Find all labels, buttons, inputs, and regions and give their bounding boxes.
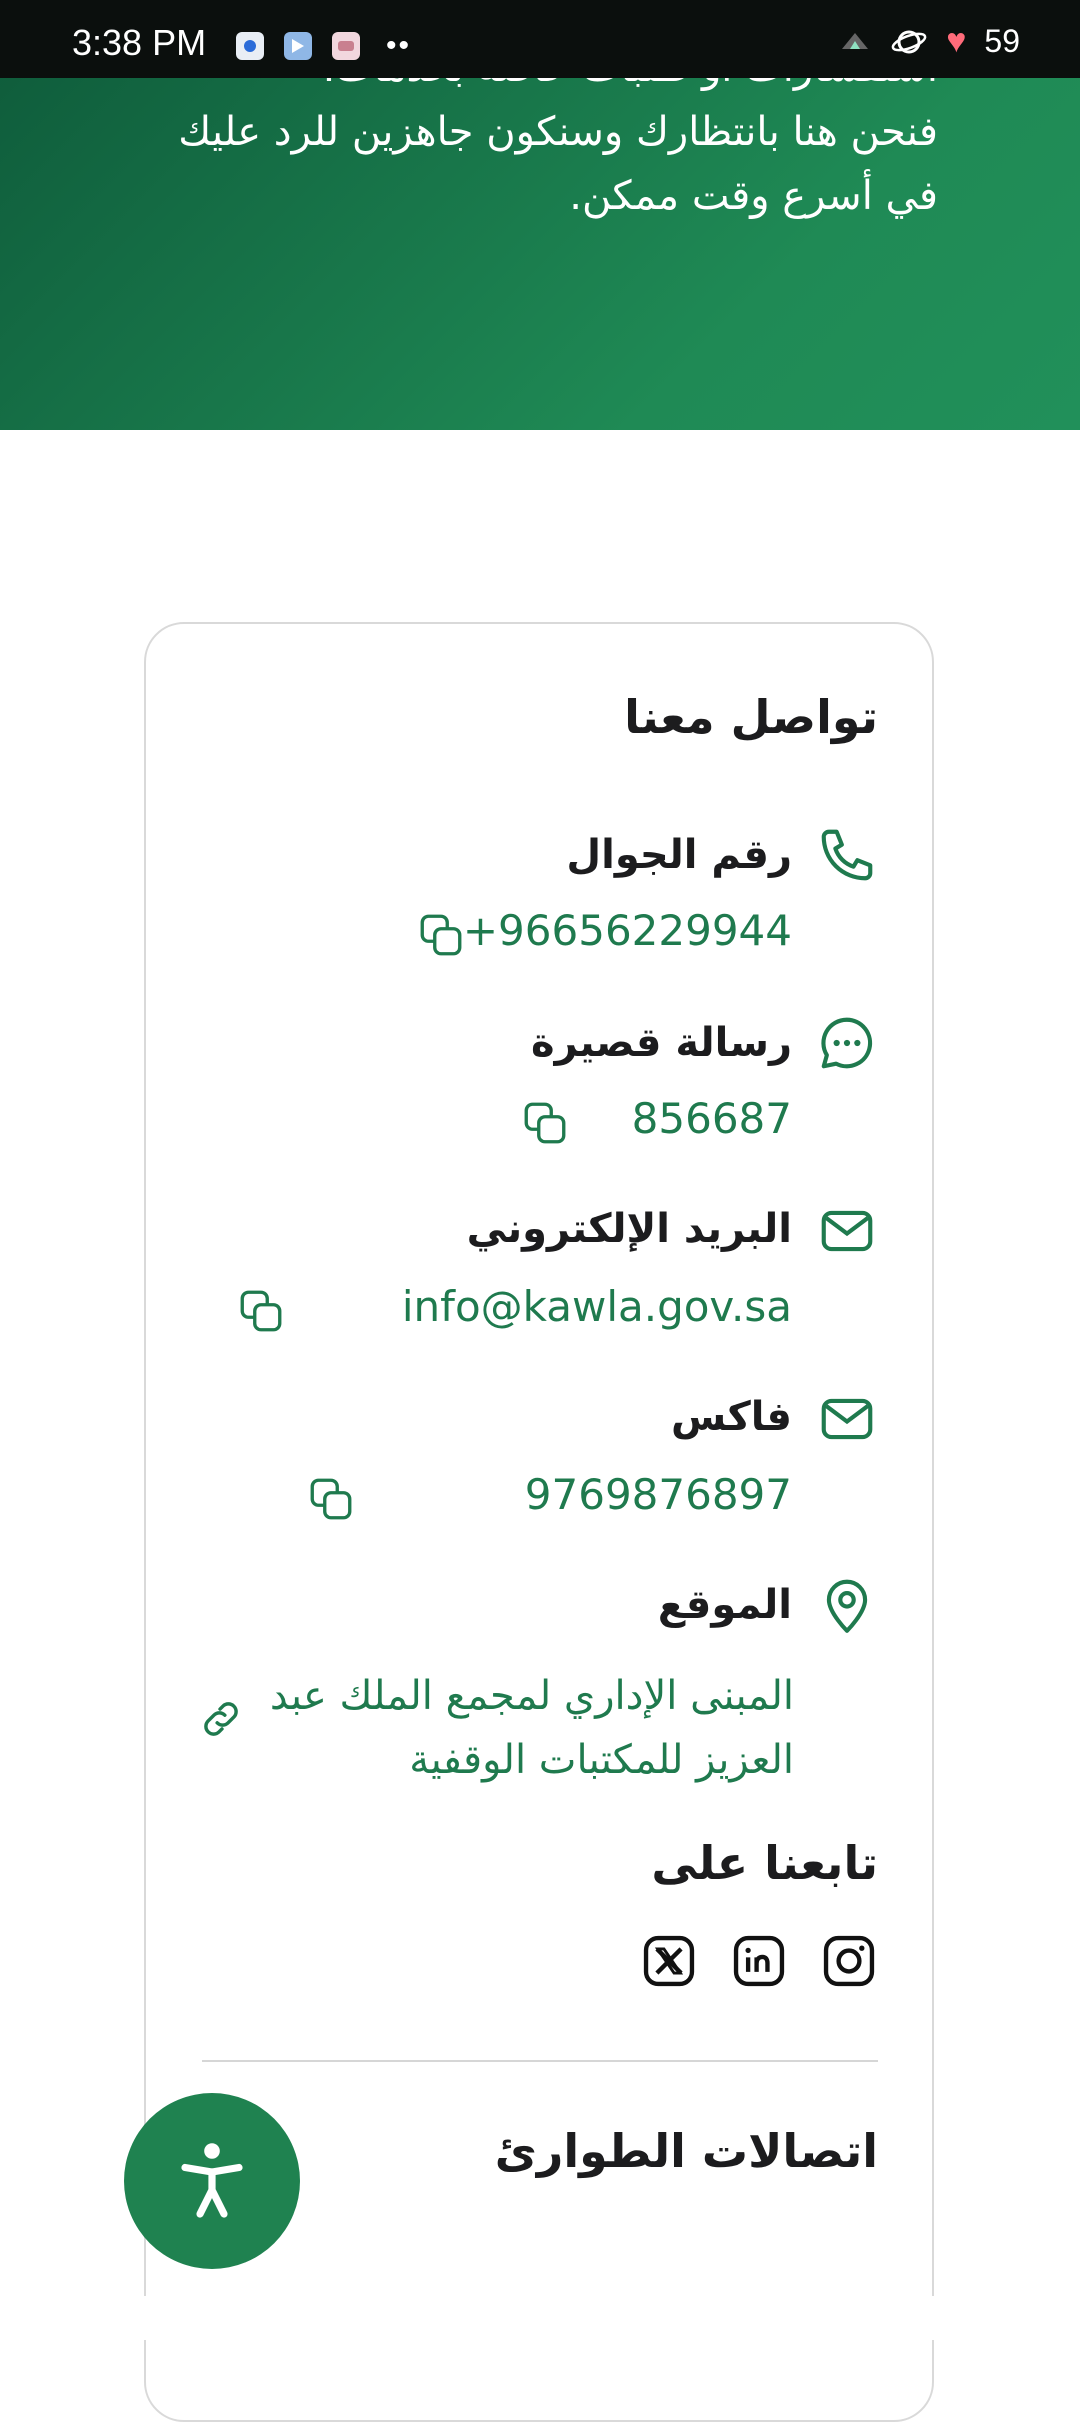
fax-mail-icon bbox=[821, 1398, 873, 1440]
more-notifications-icon: •• bbox=[386, 29, 412, 62]
hero-line-2: فنحن هنا بانتظارك وسنكون جاهزين للرد علي… bbox=[178, 109, 938, 155]
phone-icon bbox=[821, 829, 873, 881]
system-icons: ♥ 59 bbox=[838, 22, 1020, 61]
copy-email-icon[interactable] bbox=[236, 1286, 286, 1336]
mobile-value[interactable]: +96656229944 bbox=[463, 906, 792, 955]
instagram-icon[interactable] bbox=[820, 1932, 878, 1990]
mail-icon bbox=[821, 1210, 873, 1252]
sms-label: رسالة قصيرة bbox=[530, 1020, 792, 1066]
copy-sms-icon[interactable] bbox=[520, 1098, 570, 1148]
copy-fax-icon[interactable] bbox=[306, 1474, 356, 1524]
email-value[interactable]: info@kawla.gov.sa bbox=[402, 1282, 792, 1331]
status-bar: 3:38 PM •• ♥ 59 bbox=[0, 0, 1080, 78]
map-pin-icon bbox=[826, 1579, 868, 1633]
section-divider bbox=[202, 2060, 878, 2062]
accessibility-person-icon bbox=[181, 2143, 243, 2218]
emergency-heading: اتصالات الطوارئ bbox=[494, 2124, 878, 2178]
fax-label: فاكس bbox=[670, 1394, 792, 1440]
battery-heart-icon: ♥ bbox=[946, 22, 967, 60]
planet-icon bbox=[891, 30, 927, 53]
signal-app-icon bbox=[236, 32, 264, 60]
battery-level: 59 bbox=[984, 23, 1020, 59]
telegram-icon bbox=[284, 32, 312, 60]
social-links bbox=[640, 1932, 878, 1990]
follow-heading: تابعنا على bbox=[651, 1836, 878, 1890]
location-value[interactable]: المبنى الإداري لمجمع الملك عبد العزيز لل… bbox=[234, 1664, 794, 1792]
gallery-app-icon bbox=[332, 32, 360, 60]
location-label: الموقع bbox=[657, 1582, 792, 1628]
notification-icons: •• bbox=[236, 29, 411, 63]
link-icon[interactable] bbox=[198, 1696, 244, 1742]
copy-mobile-icon[interactable] bbox=[416, 910, 466, 960]
chat-bubble-icon bbox=[821, 1017, 873, 1069]
mobile-label: رقم الجوال bbox=[566, 832, 792, 878]
email-label: البريد الإلكتروني bbox=[466, 1206, 792, 1252]
hero-text: استفسارات أو طلبات خاصة بخدمات. فنحن هنا… bbox=[118, 45, 938, 228]
accessibility-button[interactable] bbox=[124, 2093, 300, 2269]
sms-value[interactable]: 856687 bbox=[632, 1094, 792, 1143]
contact-heading: تواصل معنا bbox=[624, 690, 878, 744]
wifi-icon bbox=[842, 32, 869, 49]
linkedin-icon[interactable] bbox=[730, 1932, 788, 1990]
x-icon[interactable] bbox=[640, 1932, 698, 1990]
fax-value[interactable]: 9769876897 bbox=[525, 1470, 792, 1519]
status-time: 3:38 PM bbox=[72, 22, 207, 63]
bottom-edge bbox=[0, 2296, 1080, 2340]
hero-line-3: في أسرع وقت ممكن. bbox=[569, 173, 938, 219]
